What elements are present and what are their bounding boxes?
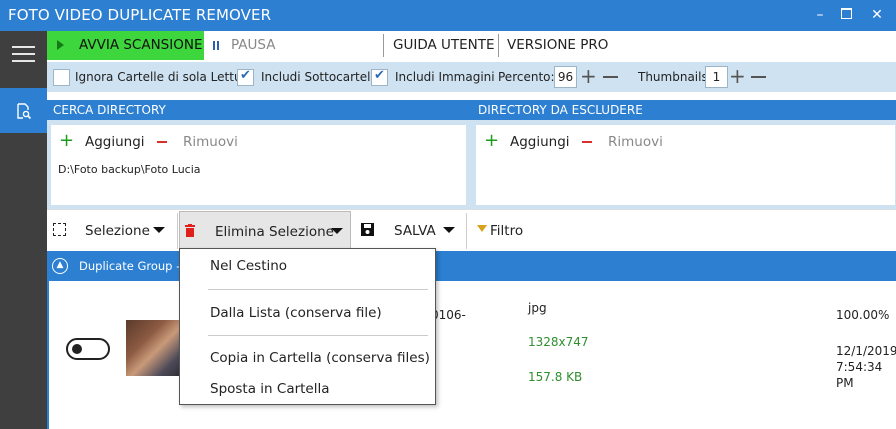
window-title: FOTO VIDEO DUPLICATE REMOVER [8,6,272,24]
close-icon: ✕ [871,7,883,23]
selection-dropdown[interactable]: Selezione [85,223,150,239]
include-images-checkbox[interactable] [371,68,388,86]
menu-item-from-list[interactable]: Dalla Lista (conserva file) [210,305,382,321]
file-extension: jpg [528,301,547,315]
menu-item-move-to-folder[interactable]: Sposta in Cartella [210,381,330,397]
menu-item-copy-to-folder[interactable]: Copia in Cartella (conserva files) [210,350,430,366]
ignore-readonly-checkbox[interactable] [53,69,70,86]
duplicate-group-header[interactable]: ▲ Duplicate Group - 1 [47,251,896,281]
exclude-directory-panel: DIRECTORY DA ESCLUDERE + Aggiungi Rimuov… [472,100,896,209]
ignore-readonly-label: Ignora Cartelle di sola Lettura [75,70,254,84]
thumbnails-input[interactable]: 1 [705,66,728,88]
menu-divider [208,289,428,290]
user-guide-button[interactable]: GUIDA UTENTE [393,37,495,53]
search-directory-panel: CERCA DIRECTORY + Aggiungi Rimuovi D:\Fo… [47,100,472,209]
delete-selection-menu: Nel Cestino Dalla Lista (conserva file) … [179,248,436,405]
pause-label: PAUSA [231,37,276,53]
pause-button[interactable]: PAUSA [207,31,287,60]
close-button[interactable]: ✕ [862,0,892,31]
collapse-chevron-icon[interactable]: ▲ [52,258,68,274]
similarity: 100.00% [836,308,890,322]
play-icon [57,40,64,50]
maximize-button[interactable] [831,0,861,31]
duplicate-group-label: Duplicate Group - 1 [79,259,192,273]
exclude-directory-header: DIRECTORY DA ESCLUDERE [472,100,896,120]
save-dropdown[interactable]: SALVA [394,223,436,239]
include-subfolders-label: Includi Sottocartelle [261,70,382,84]
keep-toggle[interactable] [66,338,110,360]
exclude-directory-list[interactable]: + Aggiungi Rimuovi [475,124,896,206]
search-dir-item[interactable]: D:\Foto backup\Foto Lucia [58,163,201,176]
start-scan-button[interactable]: AVVIA SCANSIONE [47,31,204,60]
add-exclude-dir-icon[interactable]: + [484,130,499,151]
menu-divider [208,335,428,336]
file-resolution: 1328x747 [528,335,589,349]
remove-search-dir-button[interactable]: Rimuovi [183,134,238,150]
percent-input[interactable]: 96 [554,66,577,88]
delete-selection-dropdown[interactable]: Elimina Selezione [179,211,351,251]
document-search-icon [17,103,32,119]
file-size: 157.8 KB [528,370,583,384]
percent-decrease-button[interactable] [603,76,618,78]
hamburger-menu-button[interactable] [0,31,47,77]
title-bar: FOTO VIDEO DUPLICATE REMOVER – ✕ [0,0,896,31]
remove-exclude-dir-button[interactable]: Rimuovi [608,134,663,150]
toolbar-divider [383,34,384,57]
add-exclude-dir-button[interactable]: Aggiungi [510,134,570,150]
percent-label: Percento: [498,70,555,84]
toolbar-divider [466,213,467,249]
toolbar-divider [498,34,499,57]
file-name: 0106- [431,308,466,322]
results-toolbar: Selezione Elimina Selezione SALVA Filtro [47,209,896,252]
options-bar: Ignora Cartelle di sola Lettura Includi … [47,62,896,92]
selection-icon [53,223,66,236]
file-ampm: PM [836,376,854,390]
delete-selection-label: Elimina Selezione [215,224,334,240]
include-subfolders-checkbox[interactable] [237,68,254,86]
thumbnails-increase-button[interactable]: + [729,66,746,86]
chevron-down-icon[interactable] [153,227,165,233]
remove-exclude-dir-icon[interactable] [582,141,592,143]
sidebar-item-search[interactable] [0,88,47,133]
toolbar-divider [177,213,178,249]
filter-icon [477,225,487,232]
chevron-down-icon [331,228,343,234]
remove-search-dir-icon[interactable] [157,141,167,143]
main-toolbar: AVVIA SCANSIONE PAUSA GUIDA UTENTE VERSI… [47,31,896,60]
maximize-icon [840,8,852,19]
start-scan-label: AVVIA SCANSIONE [79,37,203,53]
search-directory-list[interactable]: + Aggiungi Rimuovi D:\Foto backup\Foto L… [50,124,467,206]
pause-icon [213,41,215,50]
thumbnails-decrease-button[interactable] [751,76,766,78]
file-date: 12/1/2019 [836,344,896,358]
add-search-dir-icon[interactable]: + [59,130,74,151]
thumbnails-label: Thumbnails [638,70,708,84]
percent-increase-button[interactable]: + [580,66,597,86]
table-row[interactable]: 0106- jpg 1328x747 157.8 KB 100.00% 12/1… [49,281,896,429]
chevron-down-icon[interactable] [443,227,455,233]
sidebar [0,31,47,429]
pro-version-button[interactable]: VERSIONE PRO [507,37,608,53]
thumbnail[interactable] [126,320,181,376]
save-icon [361,223,374,236]
menu-item-recycle-bin[interactable]: Nel Cestino [210,258,287,274]
file-time: 7:54:34 [836,360,883,374]
trash-icon [185,224,195,237]
search-directory-header: CERCA DIRECTORY [47,100,472,120]
add-search-dir-button[interactable]: Aggiungi [85,134,145,150]
include-images-label: Includi Immagini [395,70,495,84]
filter-button[interactable]: Filtro [490,223,523,239]
